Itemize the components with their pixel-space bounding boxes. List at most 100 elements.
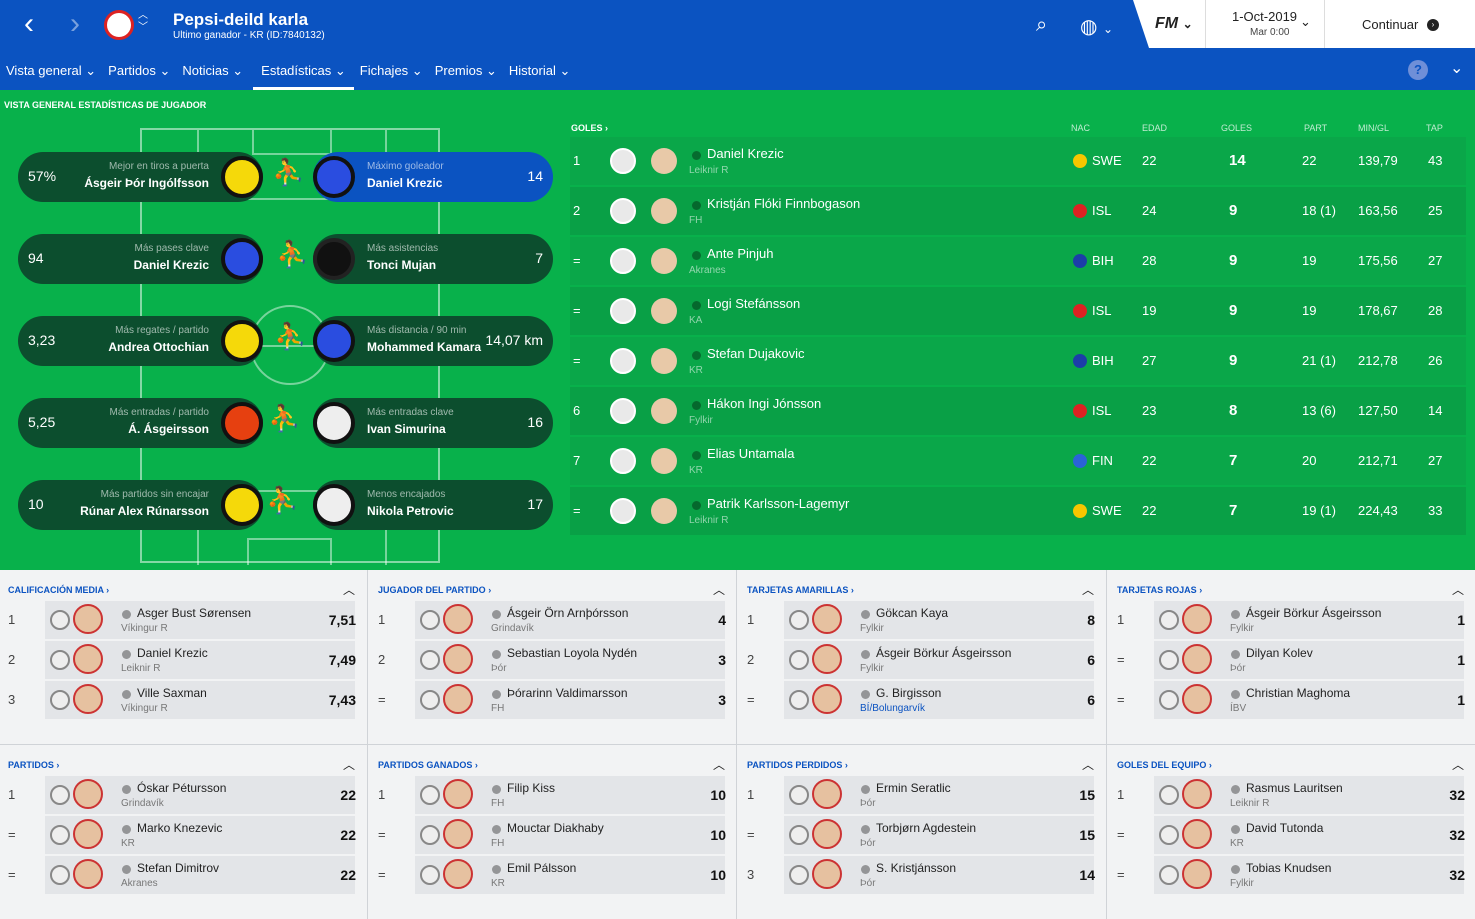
player-name[interactable]: Marko Knezevic — [137, 821, 222, 835]
info-icon[interactable] — [122, 650, 131, 659]
club-name[interactable]: Leiknir R — [1230, 798, 1269, 809]
player-name[interactable]: Ermin Seratlic — [876, 781, 951, 795]
info-icon[interactable] — [1231, 825, 1240, 834]
stat-card-distance[interactable]: Más distancia / 90 min Mohammed Kamara 1… — [313, 316, 553, 366]
info-icon[interactable] — [861, 690, 870, 699]
info-icon[interactable] — [861, 825, 870, 834]
player-name[interactable]: G. Birgisson — [876, 686, 941, 700]
info-icon[interactable] — [492, 865, 501, 874]
goals-table-row[interactable]: = Logi Stefánsson KA ISL 19 9 19 178,67 28 — [570, 287, 1466, 335]
club-name[interactable]: Akranes — [121, 878, 158, 889]
info-icon[interactable] — [692, 301, 701, 310]
club-name[interactable]: Þór — [1230, 663, 1246, 674]
club-name[interactable]: Leiknir R — [689, 515, 728, 526]
goals-table-row[interactable]: = Patrik Karlsson-Lagemyr Leiknir R SWE 22 7 1… — [570, 487, 1466, 535]
info-icon[interactable] — [122, 785, 131, 794]
info-icon[interactable] — [861, 785, 870, 794]
stat-card-dribbles[interactable]: 3,23 Más regates / partido Andrea Ottoch… — [18, 316, 263, 366]
club-name[interactable]: FH — [491, 798, 504, 809]
info-icon[interactable] — [122, 690, 131, 699]
info-icon[interactable] — [692, 451, 701, 460]
tab-history[interactable]: Historial ⌄ — [503, 60, 576, 90]
club-name[interactable]: Grindavík — [491, 623, 534, 634]
player-name[interactable]: Christian Maghoma — [1246, 686, 1350, 700]
club-name[interactable]: Fylkir — [860, 623, 884, 634]
stat-card-shots[interactable]: 57% Mejor en tiros a puerta Ásgeir Þór I… — [18, 152, 263, 202]
club-name[interactable]: Fylkir — [689, 415, 713, 426]
club-name[interactable]: Fylkir — [860, 663, 884, 674]
player-name[interactable]: Patrik Karlsson-Lagemyr — [707, 496, 849, 511]
collapse-icon[interactable]: ︿ — [343, 756, 355, 773]
club-name[interactable]: Þór — [860, 838, 876, 849]
col-header-age[interactable]: EDAD — [1142, 123, 1167, 133]
club-name[interactable]: Fylkir — [1230, 878, 1254, 889]
player-name[interactable]: Hákon Ingi Jónsson — [707, 396, 821, 411]
tab-news[interactable]: Noticias ⌄ — [176, 60, 249, 90]
club-name[interactable]: ÍBV — [1230, 703, 1246, 714]
info-icon[interactable] — [861, 650, 870, 659]
stat-card-key-passes[interactable]: 94 Más pases clave Daniel Krezic — [18, 234, 263, 284]
col-header-goals[interactable]: GOLES — [1221, 123, 1252, 133]
info-icon[interactable] — [692, 251, 701, 260]
club-name[interactable]: KR — [491, 878, 505, 889]
continue-arrow-icon[interactable]: › — [1427, 19, 1439, 31]
info-icon[interactable] — [861, 865, 870, 874]
league-switch-icon[interactable]: ︿ ﹀ — [138, 10, 148, 34]
goals-table-row[interactable]: 6 Hákon Ingi Jónsson Fylkir ISL 23 8 13 (6) 127… — [570, 387, 1466, 435]
help-icon[interactable]: ? — [1408, 60, 1428, 80]
forward-icon[interactable]: › — [58, 8, 92, 42]
club-name[interactable]: Fylkir — [1230, 623, 1254, 634]
panel-title[interactable]: TARJETAS ROJAS › — [1117, 585, 1202, 595]
club-name[interactable]: KR — [1230, 838, 1244, 849]
globe-icon[interactable]: ◍ ⌄ — [1080, 14, 1113, 39]
club-name[interactable]: FH — [491, 703, 504, 714]
stat-card-key-tackles[interactable]: Más entradas clave Ivan Simurina 16 — [313, 398, 553, 448]
player-name[interactable]: Kristján Flóki Finnbogason — [707, 196, 860, 211]
player-name[interactable]: Dilyan Kolev — [1246, 646, 1313, 660]
club-name[interactable]: Grindavík — [121, 798, 164, 809]
collapse-icon[interactable]: ︿ — [713, 756, 725, 773]
panel-title[interactable]: JUGADOR DEL PARTIDO › — [378, 585, 491, 595]
player-name[interactable]: Torbjørn Agdestein — [876, 821, 976, 835]
club-name[interactable]: Akranes — [689, 265, 726, 276]
player-name[interactable]: Ante Pinjuh — [707, 246, 774, 261]
player-name[interactable]: Asger Bust Sørensen — [137, 606, 251, 620]
search-icon[interactable]: ⌕ — [1036, 14, 1047, 37]
chevron-down-icon[interactable]: ⌄ — [1300, 14, 1311, 30]
info-icon[interactable] — [1231, 865, 1240, 874]
player-name[interactable]: David Tutonda — [1246, 821, 1323, 835]
player-name[interactable]: Þórarinn Valdimarsson — [507, 686, 628, 700]
stat-card-conceded[interactable]: Menos encajados Nikola Petrovic 17 — [313, 480, 553, 530]
info-icon[interactable] — [1231, 690, 1240, 699]
goals-table-row[interactable]: 1 Daniel Krezic Leiknir R SWE 22 14 22 139,79 43 — [570, 137, 1466, 185]
info-icon[interactable] — [492, 650, 501, 659]
info-icon[interactable] — [492, 825, 501, 834]
player-name[interactable]: Stefan Dimitrov — [137, 861, 219, 875]
goals-table-row[interactable]: = Stefan Dujakovic KR BIH 27 9 21 (1) 212,78 26 — [570, 337, 1466, 385]
tab-transfers[interactable]: Fichajes ⌄ — [354, 60, 429, 90]
player-name[interactable]: S. Kristjánsson — [876, 861, 956, 875]
club-name[interactable]: BÍ/Bolungarvík — [860, 703, 925, 714]
player-name[interactable]: Logi Stefánsson — [707, 296, 800, 311]
club-name[interactable]: Leiknir R — [689, 165, 728, 176]
stat-card-top-scorer[interactable]: Máximo goleador Daniel Krezic 14 — [313, 152, 553, 202]
collapse-icon[interactable]: ︿ — [1452, 581, 1464, 598]
player-name[interactable]: Filip Kiss — [507, 781, 555, 795]
player-name[interactable]: Ásgeir Örn Arnþórsson — [507, 606, 628, 620]
info-icon[interactable] — [1231, 610, 1240, 619]
panel-title[interactable]: CALIFICACIÓN MEDIA › — [8, 585, 109, 595]
player-name[interactable]: Tobias Knudsen — [1246, 861, 1331, 875]
player-name[interactable]: Ásgeir Börkur Ásgeirsson — [876, 646, 1011, 660]
player-name[interactable]: Daniel Krezic — [137, 646, 208, 660]
panel-title[interactable]: GOLES DEL EQUIPO › — [1117, 760, 1212, 770]
club-name[interactable]: Þór — [491, 663, 507, 674]
info-icon[interactable] — [492, 610, 501, 619]
game-date[interactable]: 1-Oct-2019 — [1232, 9, 1297, 24]
club-name[interactable]: KR — [689, 365, 703, 376]
info-icon[interactable] — [492, 690, 501, 699]
info-icon[interactable] — [492, 785, 501, 794]
col-header-apps[interactable]: PART — [1304, 123, 1327, 133]
panel-title[interactable]: PARTIDOS PERDIDOS › — [747, 760, 848, 770]
tab-overview[interactable]: Vista general ⌄ — [0, 60, 102, 90]
club-name[interactable]: KR — [121, 838, 135, 849]
